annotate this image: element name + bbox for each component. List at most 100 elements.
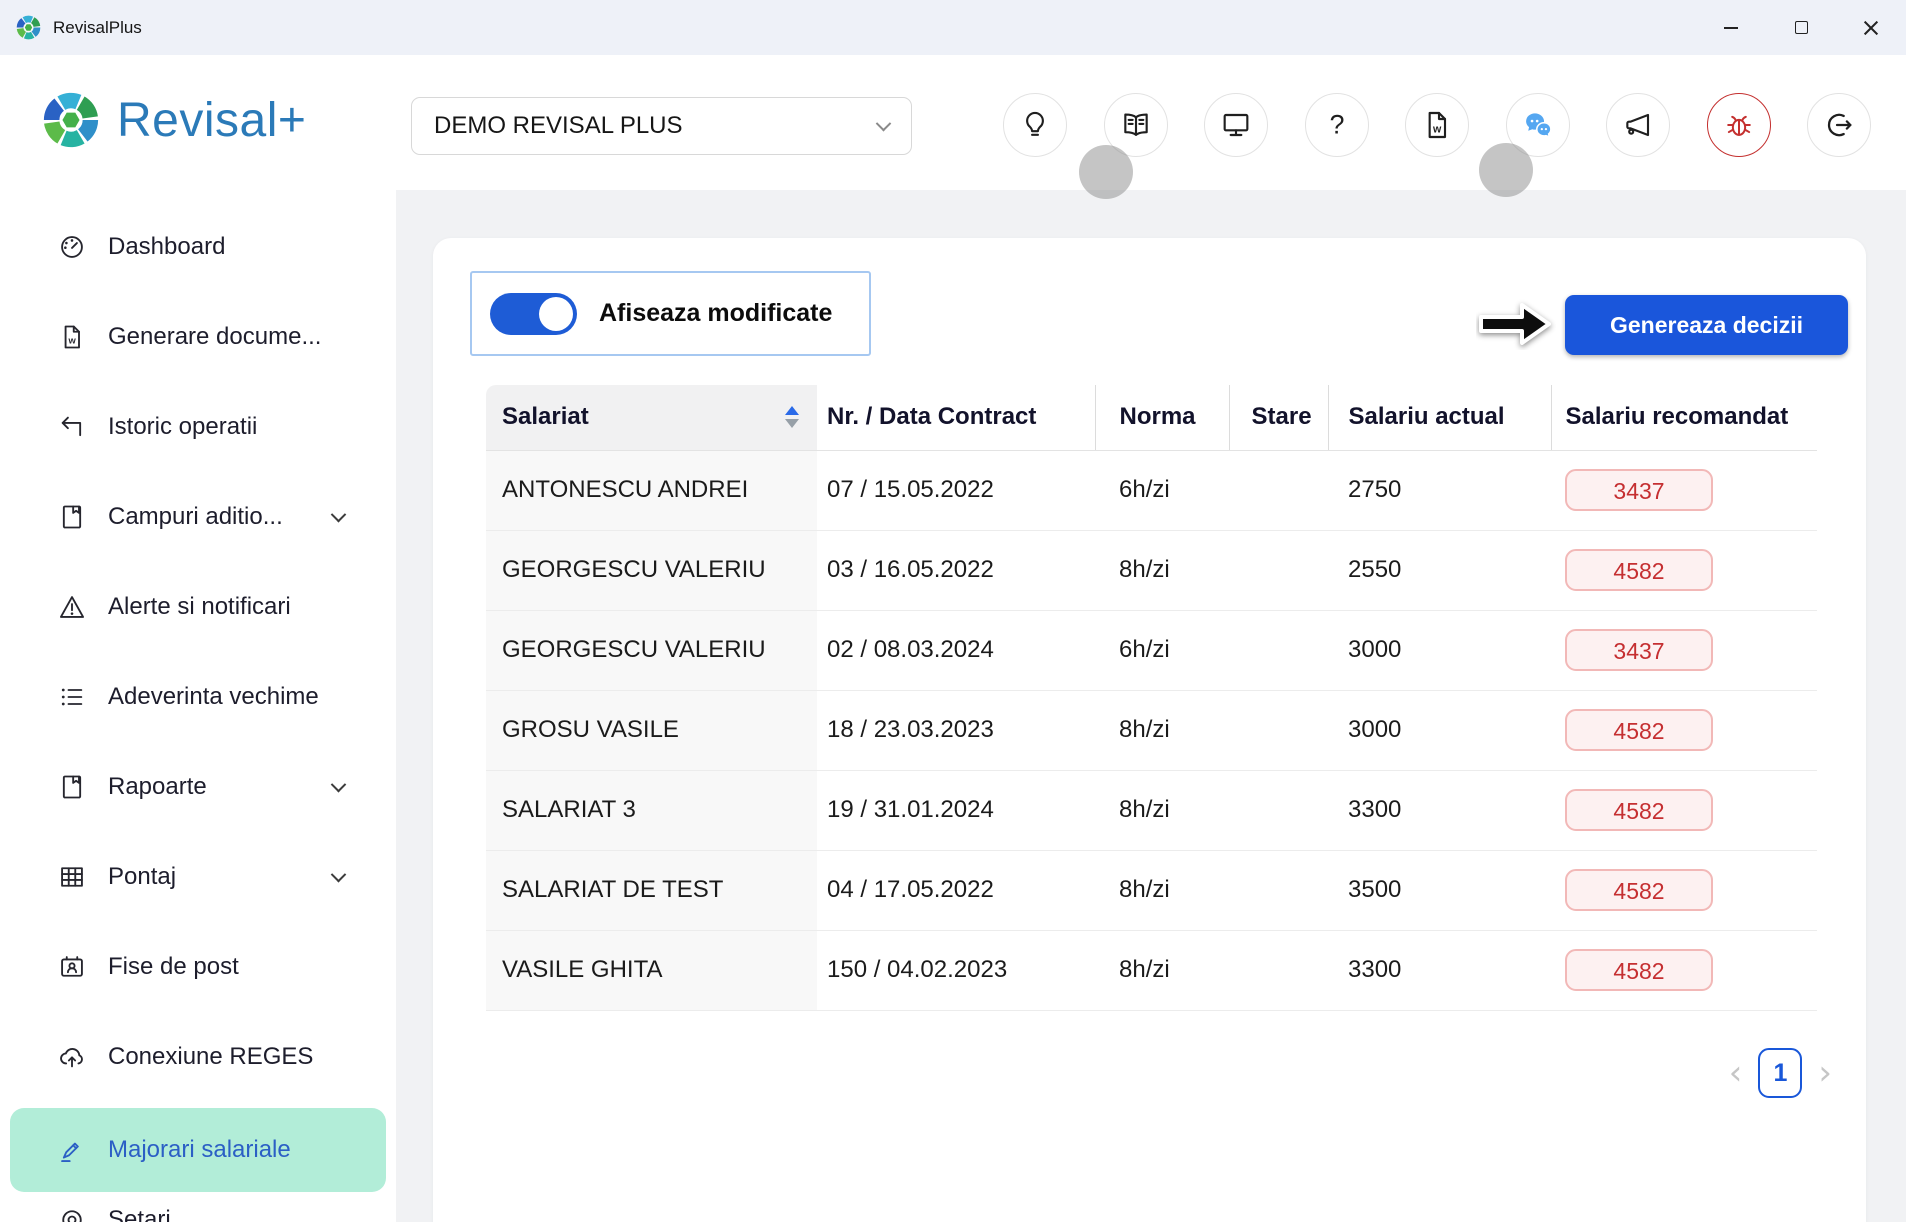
logout-icon [1827,113,1852,137]
cell-stare [1229,929,1328,1010]
id-card-icon [61,956,83,977]
sidebar-item-pontaj[interactable]: Pontaj [0,832,396,922]
announcements-button[interactable] [1606,93,1670,157]
sidebar-item-istoric-operatii[interactable]: Istoric operatii [0,382,396,472]
sidebar-item-dashboard[interactable]: Dashboard [0,202,396,292]
cell-salariu-actual: 3000 [1328,609,1551,690]
sidebar-item-generare-documente[interactable]: w Generare docume... [0,292,396,382]
next-page-button[interactable]: › [1818,1056,1832,1090]
window-controls [1696,0,1906,55]
column-header-norma: Norma [1094,385,1229,451]
sidebar-item-conexiune-reges[interactable]: Conexiune REGES [0,1012,396,1102]
sidebar-item-label: Istoric operatii [108,413,258,440]
cell-salariu-actual: 3300 [1328,929,1551,1010]
table-row: ANTONESCU ANDREI 07 / 15.05.2022 6h/zi 2… [486,450,1817,530]
word-export-button[interactable]: w [1405,93,1469,157]
maximize-button[interactable] [1766,0,1836,55]
sidebar-item-rapoarte[interactable]: Rapoarte [0,742,396,832]
recommended-salary-badge: 4582 [1565,949,1713,992]
sidebar-item-fise-de-post[interactable]: Fise de post [0,922,396,1012]
cell-salariat: GEORGESCU VALERIU [486,609,817,690]
sidebar-item-label: Rapoarte [108,773,207,800]
cell-norma: 8h/zi [1095,769,1229,850]
cell-salariu-actual: 3000 [1328,689,1551,770]
column-header-salariat[interactable]: Salariat [486,385,817,451]
help-button[interactable]: ? [1305,93,1369,157]
page-number-button[interactable]: 1 [1758,1048,1803,1098]
cell-norma: 8h/zi [1095,529,1229,610]
main-content: Afiseaza modificate Genereaza decizii Sa… [396,190,1906,1222]
lightbulb-icon [1026,111,1044,136]
monitor-icon [1223,113,1249,137]
chevron-down-icon [330,506,347,522]
lightbulb-button[interactable] [1003,93,1067,157]
sidebar-item-majorari-salariale[interactable]: Majorari salariale [10,1108,386,1192]
generate-decisions-button[interactable]: Genereaza decizii [1565,295,1848,355]
toggle-switch-on[interactable] [490,292,577,335]
maximize-icon [1794,21,1808,34]
minimize-button[interactable] [1696,0,1766,55]
sidebar-item-label: Campuri aditio... [108,503,283,530]
chat-bubbles-icon [1526,113,1552,139]
titlebar-app-identity: RevisalPlus [0,14,142,41]
sidebar-item-alerte-si-notificari[interactable]: Alerte si notificari [0,562,396,652]
cell-stare [1229,849,1328,930]
svg-text:?: ? [1330,110,1345,140]
cell-salariat: GROSU VASILE [486,689,817,770]
manual-book-icon [1124,113,1148,136]
chevron-down-icon [330,776,347,792]
chevron-down-icon [875,115,892,131]
megaphone-icon [1626,113,1650,137]
cell-contract: 19 / 31.01.2024 [817,769,1095,850]
chat-button[interactable] [1506,93,1570,157]
cell-salariu-recomandat: 3437 [1551,609,1817,690]
sidebar-item-label: Setari [108,1206,171,1222]
cell-salariu-recomandat: 4582 [1551,849,1817,930]
history-icon [61,416,82,437]
sidebar-item-setari-partial[interactable]: Setari [0,1206,396,1222]
cell-salariu-recomandat: 4582 [1551,529,1817,610]
svg-text:w: w [1432,123,1442,135]
table-row: VASILE GHITA 150 / 04.02.2023 8h/zi 3300… [486,929,1817,1010]
recommended-salary-badge: 4582 [1565,869,1713,911]
manual-button[interactable] [1104,93,1168,157]
logout-button[interactable] [1807,93,1871,157]
cell-salariu-actual: 2750 [1348,476,1402,503]
sidebar-item-label: Conexiune REGES [108,1043,314,1070]
cell-contract: 150 / 04.02.2023 [817,929,1095,1010]
highlighter-icon [61,1142,79,1163]
cell-salariat: VASILE GHITA [486,929,817,1010]
show-modified-toggle[interactable]: Afiseaza modificate [470,271,871,356]
gear-icon [62,1210,82,1222]
cell-stare [1229,450,1328,530]
cell-salariat: ANTONESCU ANDREI [486,450,817,530]
sidebar-item-label: Pontaj [108,863,177,890]
list-icon [61,688,83,706]
sidebar-item-campuri-aditionale[interactable]: Campuri aditio... [0,472,396,562]
app-logo-icon [16,15,41,40]
word-document-icon: w [1428,111,1447,139]
toggle-knob [539,296,573,331]
bug-report-button[interactable] [1707,93,1771,157]
sort-icon[interactable] [785,406,799,429]
gauge-icon [61,236,83,258]
cloud-upload-icon [60,1048,83,1068]
close-button[interactable] [1836,0,1906,55]
company-dropdown[interactable]: DEMO REVISAL PLUS [411,97,912,155]
toggle-label: Afiseaza modificate [599,299,833,327]
monitor-button[interactable] [1204,93,1268,157]
cell-salariat: SALARIAT DE TEST [486,849,817,930]
cell-norma: 6h/zi [1119,476,1170,503]
previous-page-button[interactable]: ‹ [1729,1056,1743,1090]
table-row: SALARIAT DE TEST 04 / 17.05.2022 8h/zi 3… [486,849,1817,930]
sidebar: Dashboard w Generare docume... Istoric o… [0,190,396,1222]
app-header: Revisal+ DEMO REVISAL PLUS ? w [0,55,1906,199]
sidebar-item-label: Generare docume... [108,323,322,350]
sidebar-item-label: Dashboard [108,233,226,260]
window-title: RevisalPlus [53,17,142,37]
app-window: RevisalPlus Revisal+ DEMO REVISAL PLUS ?… [0,0,1906,1222]
cell-salariu-actual: 2550 [1328,529,1551,610]
sidebar-item-adeverinta-vechime[interactable]: Adeverinta vechime [0,652,396,742]
cell-stare [1229,769,1328,850]
titlebar: RevisalPlus [0,0,1906,55]
